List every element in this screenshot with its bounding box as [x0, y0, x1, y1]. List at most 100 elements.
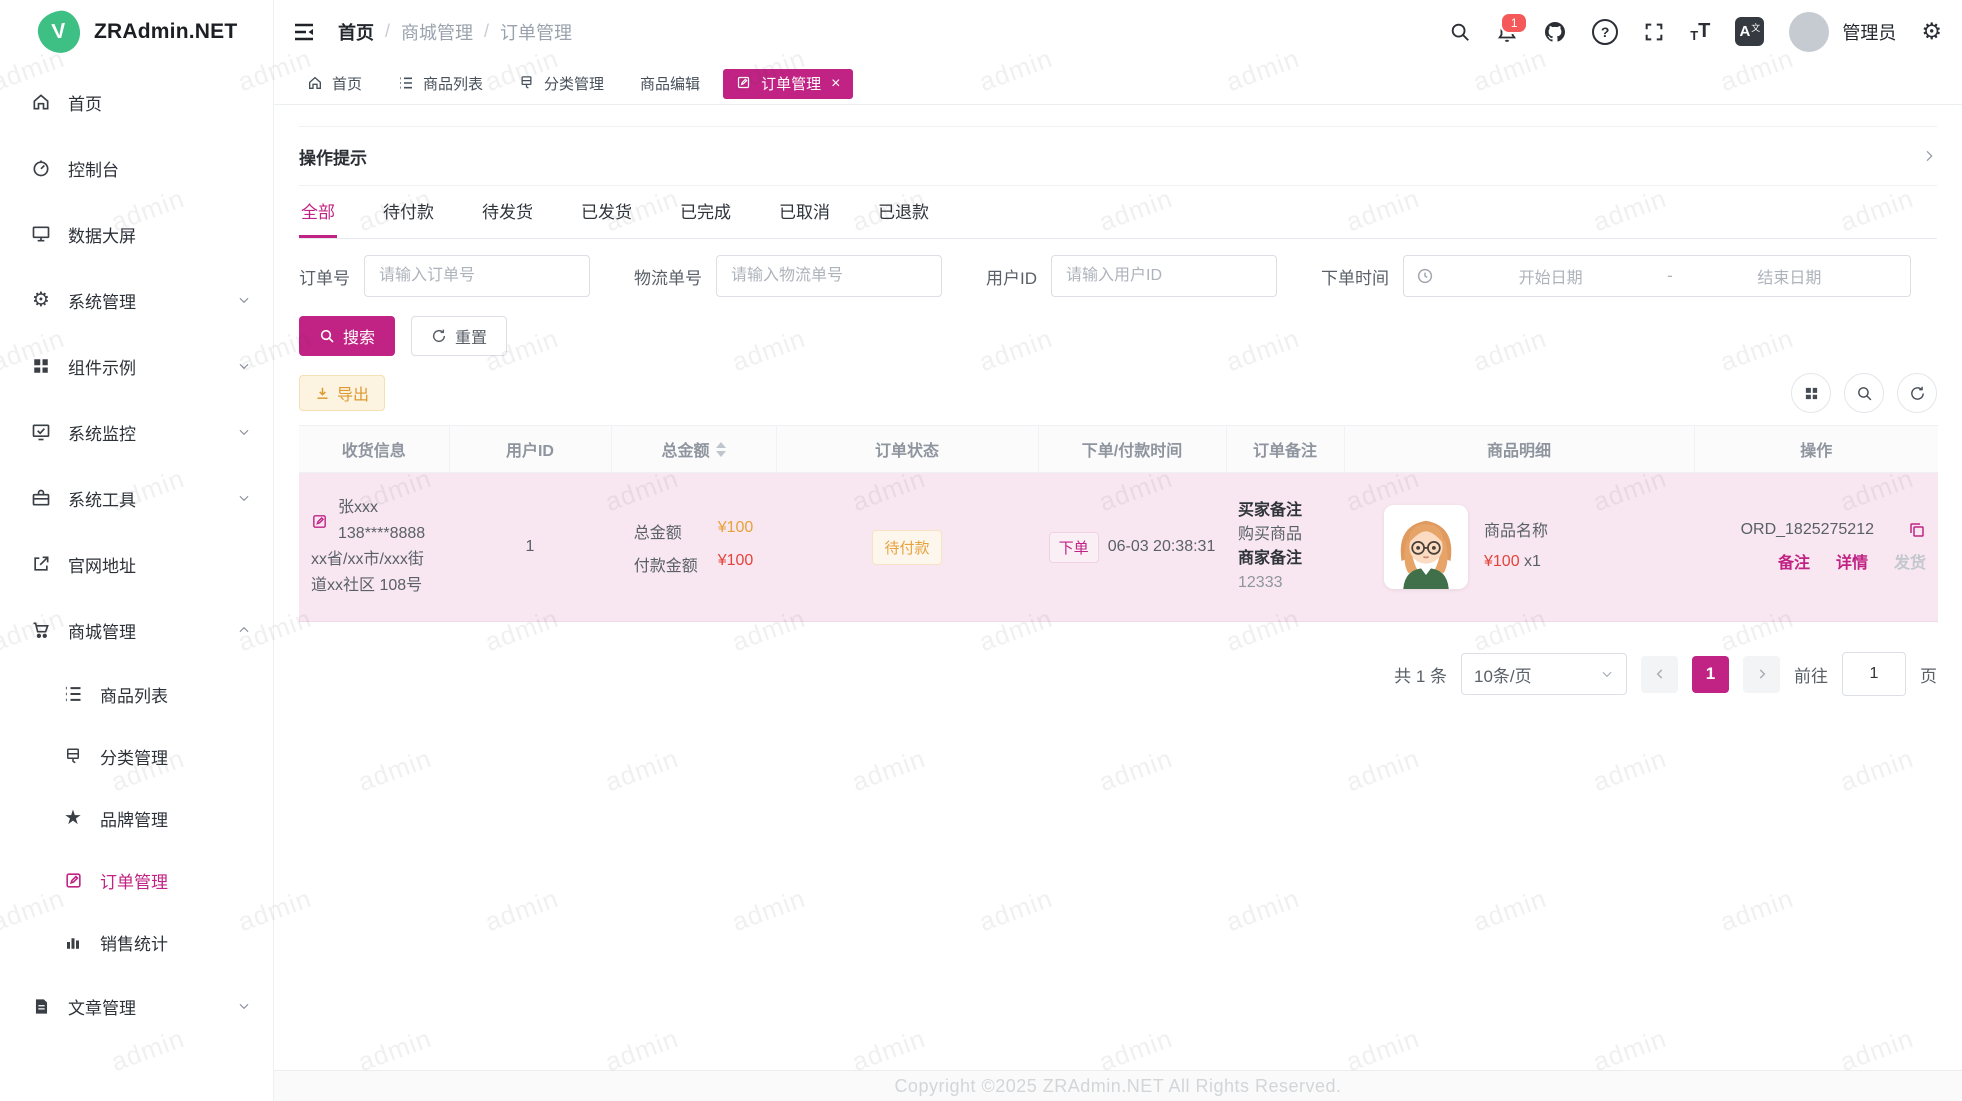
sidebar-item-label: 控制台 [68, 156, 251, 181]
user-id-input[interactable] [1051, 255, 1277, 297]
help-icon[interactable]: ? [1592, 19, 1618, 45]
sort-carets-icon[interactable] [716, 442, 726, 457]
buyer-note: 购买商品 [1238, 526, 1302, 543]
sidebar-item-console[interactable]: 控制台 [0, 135, 273, 201]
status-tab-shipped[interactable]: 已发货 [579, 186, 634, 238]
order-no-input[interactable] [364, 255, 590, 297]
pagination: 共 1 条 10条/页 1 前往 页 [299, 652, 1937, 696]
reset-button[interactable]: 重置 [411, 316, 507, 356]
username[interactable]: 管理员 [1842, 19, 1896, 45]
sidebar-item-sales-stats[interactable]: 销售统计 [0, 911, 273, 973]
sidebar-item-category[interactable]: 分类管理 [0, 725, 273, 787]
current-page-button[interactable]: 1 [1692, 656, 1729, 693]
order-time-label: 下单时间 [1321, 264, 1389, 289]
col-actions: 操作 [1694, 426, 1938, 473]
product-image[interactable] [1384, 505, 1468, 589]
tab-product-list[interactable]: 商品列表 [385, 69, 496, 99]
status-tab-completed[interactable]: 已完成 [678, 186, 733, 238]
chevron-down-icon [237, 491, 251, 505]
operation-tip-title: 操作提示 [299, 144, 367, 169]
date-end-placeholder[interactable]: 结束日期 [1681, 264, 1898, 288]
date-range-picker[interactable]: 开始日期 - 结束日期 [1403, 255, 1911, 297]
status-tab-to-ship[interactable]: 待发货 [480, 186, 535, 238]
sidebar-item-monitor[interactable]: 系统监控 [0, 399, 273, 465]
shipping-no-input[interactable] [716, 255, 942, 297]
search-icon[interactable] [1449, 21, 1471, 43]
sidebar-item-home[interactable]: 首页 [0, 69, 273, 135]
external-link-icon [30, 553, 52, 575]
sidebar-item-label: 首页 [68, 90, 251, 115]
note-action-link[interactable]: 备注 [1778, 547, 1810, 581]
prev-page-button[interactable] [1641, 656, 1678, 693]
brand-logo[interactable]: V ZRAdmin.NET [0, 0, 273, 63]
fullscreen-icon[interactable] [1643, 21, 1665, 43]
tab-orders[interactable]: 订单管理 × [723, 69, 853, 99]
breadcrumb-shop[interactable]: 商城管理 [401, 19, 473, 45]
sidebar: V ZRAdmin.NET 首页 控制台 数据大屏 ⚙ 系统管 [0, 0, 274, 1101]
sidebar-item-brand[interactable]: ★ 品牌管理 [0, 787, 273, 849]
chevron-down-icon [237, 425, 251, 439]
category-tag-icon [62, 745, 84, 767]
gear-icon: ⚙ [30, 289, 52, 311]
language-icon[interactable]: A文 [1735, 17, 1764, 46]
breadcrumb-home[interactable]: 首页 [338, 19, 374, 45]
sidebar-item-datascreen[interactable]: 数据大屏 [0, 201, 273, 267]
close-icon[interactable]: × [831, 76, 840, 92]
sidebar-item-shop[interactable]: 商城管理 [0, 597, 273, 663]
operation-tip-panel[interactable]: 操作提示 [299, 126, 1937, 186]
chevron-right-icon[interactable] [1921, 148, 1937, 164]
sidebar-item-website[interactable]: 官网地址 [0, 531, 273, 597]
notification-bell-icon[interactable]: 1 [1496, 21, 1518, 43]
pagination-total: 共 1 条 [1394, 662, 1447, 687]
settings-gear-icon[interactable]: ⚙ [1921, 20, 1942, 43]
tab-product-edit[interactable]: 商品编辑 [627, 69, 713, 99]
avatar[interactable] [1789, 12, 1829, 52]
col-total-amount[interactable]: 总金额 [611, 426, 776, 473]
col-user-id: 用户ID [449, 426, 611, 473]
collapse-sidebar-icon[interactable] [292, 20, 316, 44]
ship-action-link[interactable]: 发货 [1894, 547, 1926, 581]
github-icon[interactable] [1543, 20, 1567, 44]
total-amount-value: ¥100 [718, 519, 754, 543]
export-button[interactable]: 导出 [299, 375, 385, 411]
brand-name: ZRAdmin.NET [94, 20, 237, 44]
date-start-placeholder[interactable]: 开始日期 [1442, 264, 1659, 288]
sidebar-item-tools[interactable]: 系统工具 [0, 465, 273, 531]
sidebar-item-label: 商品列表 [100, 682, 251, 707]
filter-actions: 搜索 重置 [299, 316, 1937, 356]
detail-action-link[interactable]: 详情 [1836, 547, 1868, 581]
sidebar-item-product-list[interactable]: 商品列表 [0, 663, 273, 725]
breadcrumb-orders: 订单管理 [500, 19, 572, 45]
columns-grid-icon[interactable] [1791, 373, 1831, 413]
receiver-name: 张xxx 138****8888 [338, 495, 437, 547]
sidebar-item-label: 文章管理 [68, 994, 221, 1019]
next-page-button[interactable] [1743, 656, 1780, 693]
copy-icon[interactable] [1908, 521, 1926, 539]
refresh-table-icon[interactable] [1897, 373, 1937, 413]
page-content: 操作提示 全部 待付款 待发货 已发货 已完成 已取消 已退款 订单号 物流单号… [274, 105, 1962, 1070]
status-tab-refunded[interactable]: 已退款 [876, 186, 931, 238]
status-tab-cancelled[interactable]: 已取消 [777, 186, 832, 238]
sidebar-item-label: 系统监控 [68, 420, 221, 445]
sidebar-item-orders[interactable]: 订单管理 [0, 849, 273, 911]
status-tab-all[interactable]: 全部 [299, 186, 337, 238]
sidebar-item-system[interactable]: ⚙ 系统管理 [0, 267, 273, 333]
header-actions: 1 ? TT A文 管理员 ⚙ [1449, 12, 1942, 52]
goto-page-input[interactable] [1842, 652, 1906, 696]
col-receiver-info: 收货信息 [299, 426, 449, 473]
bar-chart-icon [62, 931, 84, 953]
status-tab-unpaid[interactable]: 待付款 [381, 186, 436, 238]
tags-view-bar: 首页 商品列表 分类管理 商品编辑 订单管理 × [274, 63, 1962, 105]
refresh-icon [431, 328, 447, 344]
search-button[interactable]: 搜索 [299, 316, 395, 356]
tab-category[interactable]: 分类管理 [506, 69, 617, 99]
font-size-icon[interactable]: TT [1690, 20, 1710, 43]
sidebar-item-articles[interactable]: 文章管理 [0, 973, 273, 1039]
breadcrumb: 首页 / 商城管理 / 订单管理 [338, 19, 572, 45]
sidebar-item-components[interactable]: 组件示例 [0, 333, 273, 399]
page-size-select[interactable]: 10条/页 [1461, 653, 1627, 695]
order-number: ORD_1825275212 [1741, 513, 1874, 547]
tab-home[interactable]: 首页 [294, 69, 375, 99]
edit-receiver-icon[interactable] [311, 513, 328, 530]
search-toggle-icon[interactable] [1844, 373, 1884, 413]
